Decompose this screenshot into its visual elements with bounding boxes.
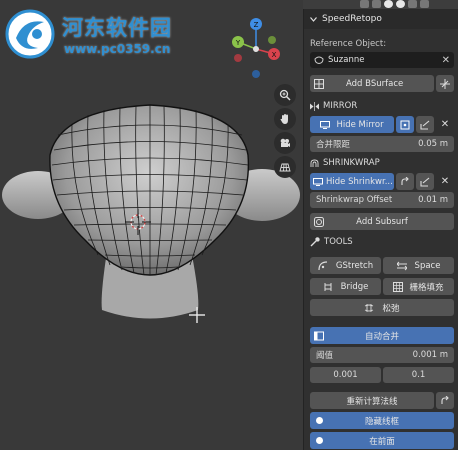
gstretch-icon bbox=[318, 260, 327, 270]
relax-label: 松弛 bbox=[382, 303, 400, 314]
gizmo-z-label: Z bbox=[254, 21, 259, 29]
mirror-apply-icon[interactable] bbox=[416, 116, 434, 133]
in-front-dot-icon bbox=[316, 437, 323, 444]
grid-icon bbox=[314, 78, 324, 89]
reference-object-field[interactable]: Suzanne ✕ bbox=[310, 52, 454, 68]
merge-limit-label: 合并限距 bbox=[316, 140, 351, 150]
hide-shrinkwrap-toggle[interactable]: Hide Shrinkwr... bbox=[310, 173, 394, 190]
monkey-icon bbox=[314, 56, 324, 64]
mirror-remove-icon[interactable]: ✕ bbox=[436, 116, 454, 133]
auto-merge-icon bbox=[314, 331, 324, 340]
auto-merge-toggle[interactable]: 自动合并 bbox=[310, 327, 454, 344]
hide-wireframe-toggle[interactable]: 隐藏线框 bbox=[310, 412, 454, 429]
in-front-label: 在前面 bbox=[369, 436, 395, 447]
merge-threshold-value: 0.001 m bbox=[412, 350, 448, 360]
navigation-gizmo[interactable]: Z X Y bbox=[228, 14, 284, 84]
bsurface-settings-icon[interactable] bbox=[436, 75, 454, 92]
hide-mirror-label: Hide Mirror bbox=[336, 119, 384, 130]
hide-wireframe-label: 隐藏线框 bbox=[364, 416, 399, 427]
auto-merge-label: 自动合并 bbox=[364, 331, 399, 342]
merge-min-field[interactable]: 0.001 bbox=[310, 367, 381, 383]
watermark-logo-icon bbox=[4, 8, 56, 60]
shrinkwrap-offset-label: Shrinkwrap Offset bbox=[316, 195, 393, 205]
merge-max-field[interactable]: 0.1 bbox=[383, 367, 454, 383]
ortho-grid-icon[interactable] bbox=[274, 156, 296, 178]
material-shading-icon[interactable] bbox=[396, 0, 405, 8]
grid-fill-label: 栅格填充 bbox=[409, 282, 444, 293]
camera-icon[interactable] bbox=[274, 132, 296, 154]
panel-header[interactable]: SpeedRetopo bbox=[304, 9, 458, 29]
3d-viewport[interactable]: 河东软件园 www.pc0359.cn Z X Y bbox=[0, 0, 303, 450]
bridge-icon bbox=[324, 282, 332, 291]
gizmo-y-label: Y bbox=[235, 39, 241, 47]
mirror-edit-mode-icon[interactable] bbox=[396, 116, 414, 133]
subsurf-icon bbox=[314, 216, 324, 227]
mirror-title: MIRROR bbox=[323, 101, 358, 111]
recalculate-normals-button[interactable]: 重新计算法线 bbox=[310, 392, 434, 409]
add-bsurface-label: Add BSurface bbox=[346, 78, 404, 89]
speedretopo-panel: SpeedRetopo Reference Object: Suzanne ✕ … bbox=[303, 9, 458, 450]
gizmo-x-label: X bbox=[272, 51, 277, 59]
relax-icon bbox=[365, 303, 374, 312]
solid-shading-icon[interactable] bbox=[384, 0, 393, 8]
space-label: Space bbox=[414, 260, 441, 271]
merge-min-value: 0.001 bbox=[333, 370, 358, 380]
panel-title: SpeedRetopo bbox=[322, 14, 382, 24]
gstretch-button[interactable]: GStretch bbox=[310, 257, 381, 274]
in-front-toggle[interactable]: 在前面 bbox=[310, 432, 454, 449]
merge-limit-field[interactable]: 合并限距 0.05 m bbox=[310, 136, 454, 152]
merge-threshold-label: 阈值 bbox=[316, 351, 334, 361]
relax-button[interactable]: 松弛 bbox=[310, 299, 454, 316]
viewport-header bbox=[0, 0, 458, 9]
shrinkwrap-remove-icon[interactable]: ✕ bbox=[436, 173, 454, 190]
gstretch-label: GStretch bbox=[335, 260, 374, 271]
shrinkwrap-offset-value: 0.01 m bbox=[418, 195, 448, 205]
grid-fill-button[interactable]: 栅格填充 bbox=[383, 278, 454, 295]
merge-max-value: 0.1 bbox=[411, 370, 426, 380]
monitor-icon bbox=[320, 120, 331, 129]
mirror-modifier-icon bbox=[310, 101, 319, 111]
hide-wireframe-dot-icon bbox=[316, 417, 323, 424]
normals-refresh-icon[interactable] bbox=[436, 392, 454, 409]
pan-hand-icon[interactable] bbox=[274, 108, 296, 130]
reference-object-value: Suzanne bbox=[328, 55, 365, 65]
add-subsurf-label: Add Subsurf bbox=[356, 216, 408, 227]
watermark-title: 河东软件园 bbox=[62, 15, 172, 40]
shading-dropdown-icon[interactable] bbox=[420, 0, 429, 8]
bridge-button[interactable]: Bridge bbox=[310, 278, 381, 295]
shrinkwrap-apply-icon[interactable] bbox=[416, 173, 434, 190]
space-button[interactable]: Space bbox=[383, 257, 454, 274]
shrinkwrap-title: SHRINKWRAP bbox=[323, 158, 380, 168]
tools-title: TOOLS bbox=[324, 237, 353, 247]
merge-threshold-field[interactable]: 阈值 0.001 m bbox=[310, 347, 454, 363]
zoom-icon[interactable] bbox=[274, 84, 296, 106]
grid-fill-icon bbox=[393, 281, 404, 292]
hide-shrinkwrap-label: Hide Shrinkwr... bbox=[326, 176, 393, 187]
shrinkwrap-refresh-icon[interactable] bbox=[396, 173, 414, 190]
add-subsurf-button[interactable]: Add Subsurf bbox=[310, 213, 454, 230]
bridge-label: Bridge bbox=[340, 281, 369, 292]
overlay-icon[interactable] bbox=[360, 0, 369, 8]
add-bsurface-button[interactable]: Add BSurface bbox=[310, 75, 434, 92]
monitor-icon bbox=[313, 177, 323, 186]
collapse-chevron-icon[interactable] bbox=[310, 16, 317, 23]
suzanne-mesh[interactable] bbox=[0, 95, 303, 335]
reference-object-label: Reference Object: bbox=[310, 39, 387, 49]
rendered-shading-icon[interactable] bbox=[408, 0, 417, 8]
xray-icon[interactable] bbox=[372, 0, 381, 8]
watermark: 河东软件园 www.pc0359.cn bbox=[4, 6, 214, 66]
shrinkwrap-offset-field[interactable]: Shrinkwrap Offset 0.01 m bbox=[310, 192, 454, 208]
space-icon bbox=[396, 261, 407, 270]
watermark-url: www.pc0359.cn bbox=[64, 42, 171, 56]
recalculate-normals-label: 重新计算法线 bbox=[346, 396, 398, 407]
crosshair-cursor-icon bbox=[188, 306, 206, 324]
clear-reference-icon[interactable]: ✕ bbox=[442, 55, 450, 66]
shrinkwrap-modifier-icon bbox=[310, 159, 319, 167]
hide-mirror-toggle[interactable]: Hide Mirror bbox=[310, 116, 394, 133]
merge-limit-value: 0.05 m bbox=[418, 139, 448, 149]
wrench-icon bbox=[310, 237, 320, 247]
